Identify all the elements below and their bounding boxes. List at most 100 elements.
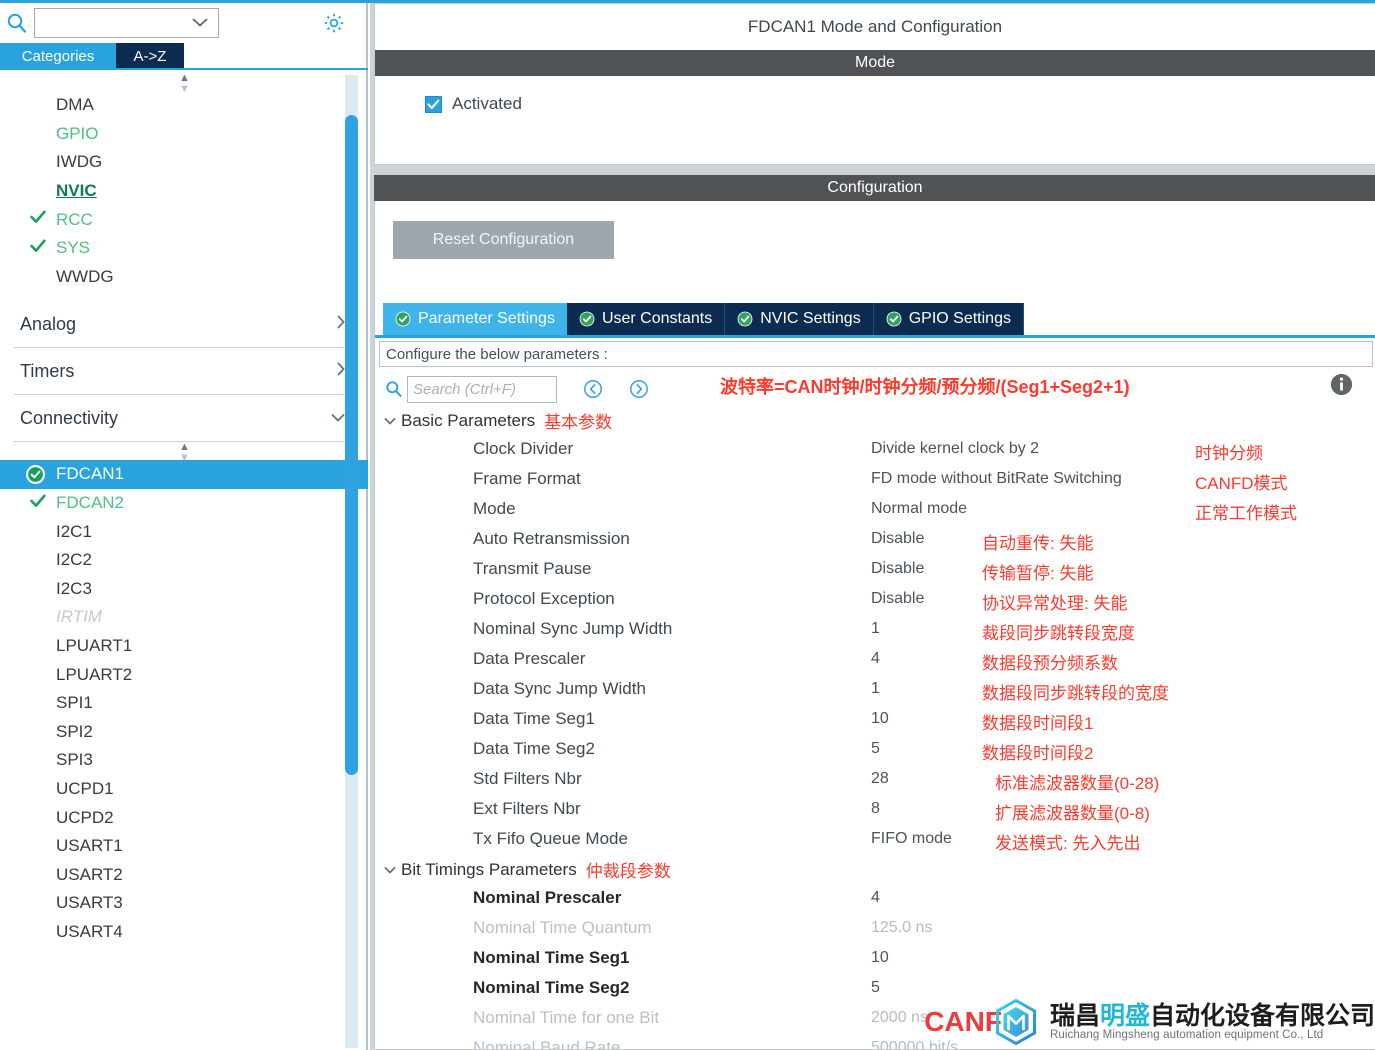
tab-gpio-settings[interactable]: GPIO Settings (873, 303, 1024, 335)
sidebar-item-label: SPI3 (56, 750, 93, 770)
sidebar-item-rcc[interactable]: RCC (0, 205, 368, 234)
parameter-row[interactable]: Nominal Time Quantum 125.0 ns (375, 914, 1375, 944)
sidebar-item-fdcan2[interactable]: FDCAN2 (0, 489, 368, 518)
sidebar-list: ▲ ▼ DMA GPIO IWDG NVIC RCC SYS WWDG Analog Timer… (0, 73, 368, 1050)
parameter-value[interactable]: 1 (871, 680, 880, 698)
sidebar-item-usart3[interactable]: USART3 (0, 889, 368, 918)
sidebar-group-timers[interactable]: Timers (14, 348, 354, 396)
sidebar-group-list: Analog Timers Connectivity (0, 301, 368, 443)
sidebar-item-label: FDCAN2 (56, 493, 125, 513)
parameter-value[interactable]: 10 (871, 949, 889, 967)
parameter-value[interactable]: Normal mode (871, 500, 967, 518)
sidebar-search-combo[interactable] (34, 8, 219, 38)
parameter-value[interactable]: Divide kernel clock by 2 (871, 440, 1039, 458)
sidebar-item-dma[interactable]: DMA (0, 91, 368, 120)
sidebar-item-i2c2[interactable]: I2C2 (0, 546, 368, 575)
parameter-value[interactable]: FD mode without BitRate Switching (871, 470, 1122, 488)
parameter-row[interactable]: Nominal Time Seg1 10 (375, 944, 1375, 974)
parameter-value[interactable]: 5 (871, 740, 880, 758)
sidebar-item-lpuart1[interactable]: LPUART1 (0, 632, 368, 661)
parameter-row[interactable]: Transmit Pause Disable 传输暂停: 失能 (375, 555, 1375, 585)
chevron-left-circle-icon[interactable] (583, 379, 603, 399)
sidebar-scrollbar[interactable] (345, 75, 358, 1048)
parameter-row[interactable]: Data Time Seg1 10 数据段时间段1 (375, 705, 1375, 735)
sidebar-item-iwdg[interactable]: IWDG (0, 148, 368, 177)
parameter-row[interactable]: Std Filters Nbr 28 标准滤波器数量(0-28) (375, 765, 1375, 795)
parameter-row[interactable]: Ext Filters Nbr 8 扩展滤波器数量(0-8) (375, 795, 1375, 825)
parameter-row[interactable]: Auto Retransmission Disable 自动重传: 失能 (375, 525, 1375, 555)
parameter-value[interactable]: 1 (871, 620, 880, 638)
sidebar-group-connectivity[interactable]: Connectivity (14, 395, 354, 443)
parameter-name: Auto Retransmission (473, 529, 630, 548)
sidebar-item-i2c1[interactable]: I2C1 (0, 517, 368, 546)
sidebar-tab-categories[interactable]: Categories (0, 43, 116, 70)
parameter-group-bit-timings-parameters[interactable]: Bit Timings Parameters 仲裁段参数 (375, 855, 1375, 884)
parameter-row[interactable]: Data Prescaler 4 数据段预分频系数 (375, 645, 1375, 675)
parameter-row[interactable]: Tx Fifo Queue Mode FIFO mode 发送模式: 先入先出 (375, 825, 1375, 855)
parameter-value[interactable]: 2000 ns (871, 1009, 928, 1027)
parameter-row[interactable]: Data Sync Jump Width 1 数据段同步跳转段的宽度 (375, 675, 1375, 705)
sidebar-item-spi2[interactable]: SPI2 (0, 718, 368, 747)
tab-label: GPIO Settings (908, 310, 1011, 327)
reset-configuration-button[interactable]: Reset Configuration (393, 221, 614, 259)
parameter-row[interactable]: Frame Format FD mode without BitRate Swit… (375, 465, 1375, 495)
sidebar-scrollbar-thumb[interactable] (345, 115, 358, 775)
parameter-value[interactable]: 28 (871, 770, 889, 788)
sidebar-item-lpuart2[interactable]: LPUART2 (0, 660, 368, 689)
sidebar-item-usart4[interactable]: USART4 (0, 918, 368, 947)
sidebar-search-row (0, 3, 366, 43)
tab-nvic-settings[interactable]: NVIC Settings (725, 303, 874, 335)
gear-icon[interactable] (322, 11, 346, 35)
parameter-row[interactable]: Mode Normal mode 正常工作模式 (375, 495, 1375, 525)
sidebar-item-spi1[interactable]: SPI1 (0, 689, 368, 718)
chevron-down-icon[interactable] (383, 862, 401, 878)
parameter-value[interactable]: FIFO mode (871, 830, 952, 848)
search-icon[interactable] (385, 380, 403, 398)
sidebar-item-irtim[interactable]: IRTIM (0, 603, 368, 632)
parameter-name: Nominal Time Quantum (473, 918, 652, 937)
parameter-value[interactable]: Disable (871, 530, 924, 548)
sidebar-item-usart1[interactable]: USART1 (0, 832, 368, 861)
sidebar-item-fdcan1[interactable]: FDCAN1 (0, 460, 368, 489)
sidebar-item-gpio[interactable]: GPIO (0, 120, 368, 149)
sidebar-tab-az[interactable]: A->Z (116, 43, 184, 70)
chevron-right-circle-icon[interactable] (629, 379, 649, 399)
parameter-value[interactable]: 8 (871, 800, 880, 818)
parameter-search-input[interactable] (407, 375, 557, 403)
parameter-row[interactable]: Nominal Sync Jump Width 1 裁段同步跳转段宽度 (375, 615, 1375, 645)
parameter-value[interactable]: Disable (871, 590, 924, 608)
sidebar-item-usart2[interactable]: USART2 (0, 860, 368, 889)
info-icon[interactable] (1330, 373, 1353, 396)
chevron-down-icon[interactable] (383, 413, 401, 429)
sidebar-item-ucpd2[interactable]: UCPD2 (0, 803, 368, 832)
parameter-name: Data Prescaler (473, 649, 586, 668)
parameter-value[interactable]: 5 (871, 979, 880, 997)
parameter-value[interactable]: 4 (871, 650, 880, 668)
parameter-value[interactable]: Disable (871, 560, 924, 578)
tab-parameter-settings[interactable]: Parameter Settings (383, 303, 567, 335)
page-title: FDCAN1 Mode and Configuration (375, 4, 1375, 50)
sidebar-group-analog[interactable]: Analog (14, 301, 354, 349)
parameter-annotation: 裁段同步跳转段宽度 (982, 624, 1135, 643)
parameter-row[interactable]: Clock Divider Divide kernel clock by 2 时钟分… (375, 435, 1375, 465)
sidebar-item-wwdg[interactable]: WWDG (0, 263, 368, 292)
sidebar-item-ucpd1[interactable]: UCPD1 (0, 775, 368, 804)
parameter-value[interactable]: 125.0 ns (871, 919, 932, 937)
sidebar-item-label: UCPD2 (56, 807, 114, 827)
checkbox-checked-icon[interactable] (425, 95, 442, 113)
search-icon[interactable] (6, 12, 28, 34)
sidebar-item-spi3[interactable]: SPI3 (0, 746, 368, 775)
sidebar-item-i2c3[interactable]: I2C3 (0, 575, 368, 604)
scroll-up-spinner-icon-2[interactable]: ▲ ▼ (0, 442, 368, 464)
parameter-value[interactable]: 10 (871, 710, 889, 728)
tab-user-constants[interactable]: User Constants (566, 303, 726, 335)
scroll-up-spinner-icon[interactable]: ▲ ▼ (0, 73, 368, 95)
sidebar-item-nvic[interactable]: NVIC (0, 177, 368, 206)
parameter-value[interactable]: 4 (871, 889, 880, 907)
parameter-row[interactable]: Protocol Exception Disable 协议异常处理: 失能 (375, 585, 1375, 615)
sidebar-item-sys[interactable]: SYS (0, 234, 368, 263)
activated-checkbox-row[interactable]: Activated (425, 94, 522, 114)
parameter-group-basic-parameters[interactable]: Basic Parameters 基本参数 (375, 406, 1375, 435)
parameter-row[interactable]: Nominal Prescaler 4 (375, 884, 1375, 914)
parameter-row[interactable]: Data Time Seg2 5 数据段时间段2 (375, 735, 1375, 765)
